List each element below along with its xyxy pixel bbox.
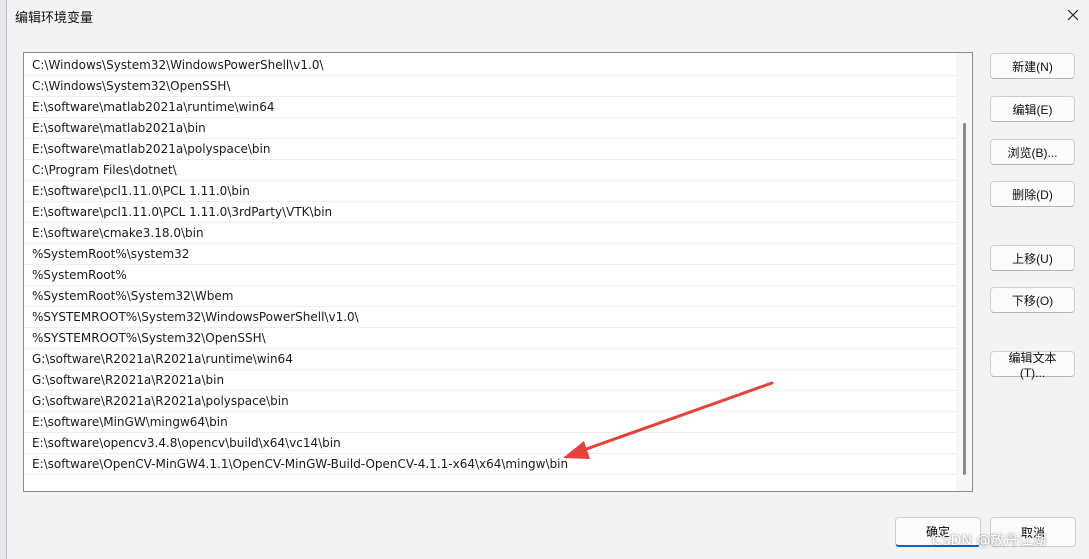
path-row[interactable]: %SYSTEMROOT%\System32\OpenSSH\ [24, 328, 956, 349]
watermark: CSDN @放舟江湖 [932, 533, 1047, 549]
delete-button[interactable]: 删除(D) [990, 181, 1075, 207]
title-bar: 编辑环境变量 [7, 0, 1089, 32]
vertical-scrollbar[interactable] [956, 53, 972, 491]
path-row[interactable]: G:\software\R2021a\R2021a\polyspace\bin [24, 391, 956, 412]
path-row[interactable]: C:\Windows\System32\WindowsPowerShell\v1… [24, 55, 956, 76]
path-row[interactable]: E:\software\opencv3.4.8\opencv\build\x64… [24, 433, 956, 454]
path-row[interactable]: E:\software\matlab2021a\runtime\win64 [24, 97, 956, 118]
close-icon [1067, 9, 1079, 21]
move-down-button[interactable]: 下移(O) [990, 287, 1075, 313]
scrollbar-thumb[interactable] [963, 123, 966, 475]
path-row[interactable]: E:\software\matlab2021a\polyspace\bin [24, 139, 956, 160]
dialog-title: 编辑环境变量 [15, 11, 94, 26]
path-row[interactable]: %SystemRoot%\system32 [24, 244, 956, 265]
browse-button[interactable]: 浏览(B)... [990, 139, 1075, 165]
edit-button[interactable]: 编辑(E) [990, 96, 1075, 122]
path-row[interactable]: E:\software\matlab2021a\bin [24, 118, 956, 139]
path-row[interactable]: %SystemRoot%\System32\Wbem [24, 286, 956, 307]
path-row[interactable]: E:\software\cmake3.18.0\bin [24, 223, 956, 244]
path-row[interactable]: E:\software\OpenCV-MinGW4.1.1\OpenCV-Min… [24, 454, 956, 475]
path-row[interactable]: E:\software\pcl1.11.0\PCL 1.11.0\3rdPart… [24, 202, 956, 223]
path-row[interactable]: C:\Windows\System32\OpenSSH\ [24, 76, 956, 97]
edit-env-var-dialog: 编辑环境变量 C:\Windows\System32\WindowsPowerS… [6, 0, 1089, 559]
path-list[interactable]: C:\Windows\System32\WindowsPowerShell\v1… [23, 52, 973, 492]
edit-text-button[interactable]: 编辑文本(T)... [990, 351, 1075, 380]
close-button[interactable] [1062, 4, 1084, 26]
path-row[interactable]: E:\software\MinGW\mingw64\bin [24, 412, 956, 433]
new-button[interactable]: 新建(N) [990, 53, 1075, 79]
path-row[interactable]: G:\software\R2021a\R2021a\runtime\win64 [24, 349, 956, 370]
move-up-button[interactable]: 上移(U) [990, 245, 1075, 271]
path-row[interactable]: E:\software\pcl1.11.0\PCL 1.11.0\bin [24, 181, 956, 202]
path-row[interactable]: %SystemRoot% [24, 265, 956, 286]
path-row[interactable]: C:\Program Files\dotnet\ [24, 160, 956, 181]
path-row[interactable]: %SYSTEMROOT%\System32\WindowsPowerShell\… [24, 307, 956, 328]
path-row[interactable]: G:\software\R2021a\R2021a\bin [24, 370, 956, 391]
